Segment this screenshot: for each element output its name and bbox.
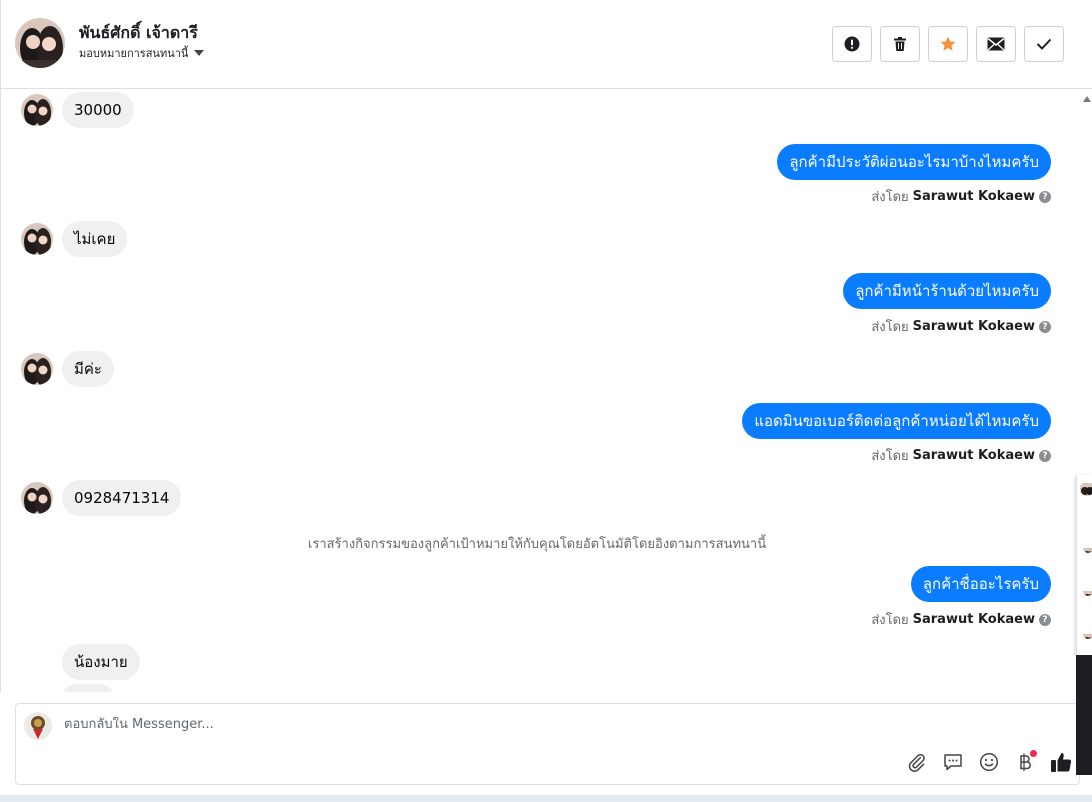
attach-file-button[interactable] [905,750,929,774]
emoji-icon [979,752,999,772]
exclamation-circle-icon [844,36,860,52]
contact-name[interactable]: พันธ์ศักดิ์ เจ้าดารี [79,21,198,46]
chat-avatar[interactable] [1083,629,1092,639]
paperclip-icon [908,753,925,772]
sent-by-prefix: ส่งโดย [871,190,909,205]
outgoing-message-bubble[interactable]: ลูกค้ามีประวัติผ่อนอะไรมาบ้างไหมครับ [777,144,1051,180]
sender-name: Sarawut Kokaew [912,189,1035,204]
incoming-message: 0928471314 [21,480,182,516]
sender-name: Sarawut Kokaew [912,612,1035,627]
sent-by-label: ส่งโดย Sarawut Kokaew ? [871,316,1051,337]
composer-tools [905,750,1073,774]
scroll-up-arrow-icon[interactable] [1083,96,1091,102]
thumbs-up-icon [1051,753,1072,772]
sent-by-label: ส่งโดย Sarawut Kokaew ? [871,186,1051,207]
star-icon [940,36,956,51]
like-button[interactable] [1049,750,1073,774]
help-icon[interactable]: ? [1039,449,1051,462]
mark-unread-button[interactable] [976,26,1016,62]
assign-conversation-label: มอบหมายการสนทนานี้ [79,47,189,60]
incoming-message: มีค่ะ [21,351,114,387]
message-bubble[interactable]: น้องมาย [62,644,140,680]
contact-avatar-small [21,223,53,255]
notification-dot [1030,750,1037,757]
assign-conversation-dropdown[interactable]: มอบหมายการสนทนานี้ [79,44,205,62]
payment-button[interactable] [1013,750,1037,774]
sent-by-prefix: ส่งโดย [871,613,909,628]
contact-avatar-small [21,482,53,514]
sender-name: Sarawut Kokaew [912,319,1035,334]
reply-input[interactable] [64,717,764,732]
message-bubble-partial [62,684,114,692]
outgoing-message-bubble[interactable]: ลูกค้าชื่ออะไรครับ [910,566,1051,602]
sent-by-label: ส่งโดย Sarawut Kokaew ? [871,609,1051,630]
side-chat-panel-edge[interactable] [1076,475,1092,655]
side-tooltip-edge [1076,655,1092,775]
sent-by-prefix: ส่งโดย [871,449,909,464]
conversation-actions [832,26,1064,62]
mark-done-button[interactable] [1024,26,1064,62]
inbox-conversation-view: พันธ์ศักดิ์ เจ้าดารี มอบหมายการสนทนานี้ [0,0,1092,802]
chevron-down-icon [194,50,205,56]
message-thread[interactable]: 30000 ลูกค้ามีประวัติผ่อนอะไรมาบ้างไหมคร… [0,89,1080,692]
spam-button[interactable] [832,26,872,62]
outgoing-message-bubble[interactable]: ลูกค้ามีหน้าร้านด้วยไหมครับ [843,273,1051,309]
window-bottom-strip [0,795,1092,802]
incoming-message: น้องมาย [21,644,140,680]
envelope-icon [987,37,1005,51]
reply-composer [15,703,1080,785]
message-bubble[interactable]: มีค่ะ [62,351,114,387]
page-avatar [24,712,52,740]
sent-by-label: ส่งโดย Sarawut Kokaew ? [871,445,1051,466]
checkmark-icon [1036,38,1052,50]
contact-avatar[interactable] [15,18,65,68]
outgoing-message-bubble[interactable]: แอดมินขอเบอร์ติดต่อลูกค้าหน่อยได้ไหมครับ [742,403,1051,439]
message-bubble[interactable]: 0928471314 [62,480,182,516]
contact-avatar-small [21,94,53,126]
system-notice: เราสร้างกิจกรรมของลูกค้าเป้าหมายให้กับคุ… [307,537,767,552]
saved-replies-icon [944,754,962,771]
help-icon[interactable]: ? [1039,613,1051,626]
message-bubble[interactable]: 30000 [62,92,134,128]
chat-avatar[interactable] [1080,482,1092,496]
delete-button[interactable] [880,26,920,62]
sent-by-prefix: ส่งโดย [871,320,909,335]
star-button[interactable] [928,26,968,62]
chat-avatar[interactable] [1083,586,1092,596]
incoming-message: ไม่เคย [21,221,128,257]
contact-avatar-small [21,353,53,385]
help-icon[interactable]: ? [1039,320,1051,333]
chat-avatar[interactable] [1083,543,1092,553]
trash-icon [894,37,906,51]
sender-name: Sarawut Kokaew [912,448,1035,463]
incoming-message: 30000 [21,92,134,128]
help-icon[interactable]: ? [1039,190,1051,203]
saved-replies-button[interactable] [941,750,965,774]
conversation-header: พันธ์ศักดิ์ เจ้าดารี มอบหมายการสนทนานี้ [0,0,1092,89]
message-bubble[interactable]: ไม่เคย [62,221,128,257]
emoji-button[interactable] [977,750,1001,774]
